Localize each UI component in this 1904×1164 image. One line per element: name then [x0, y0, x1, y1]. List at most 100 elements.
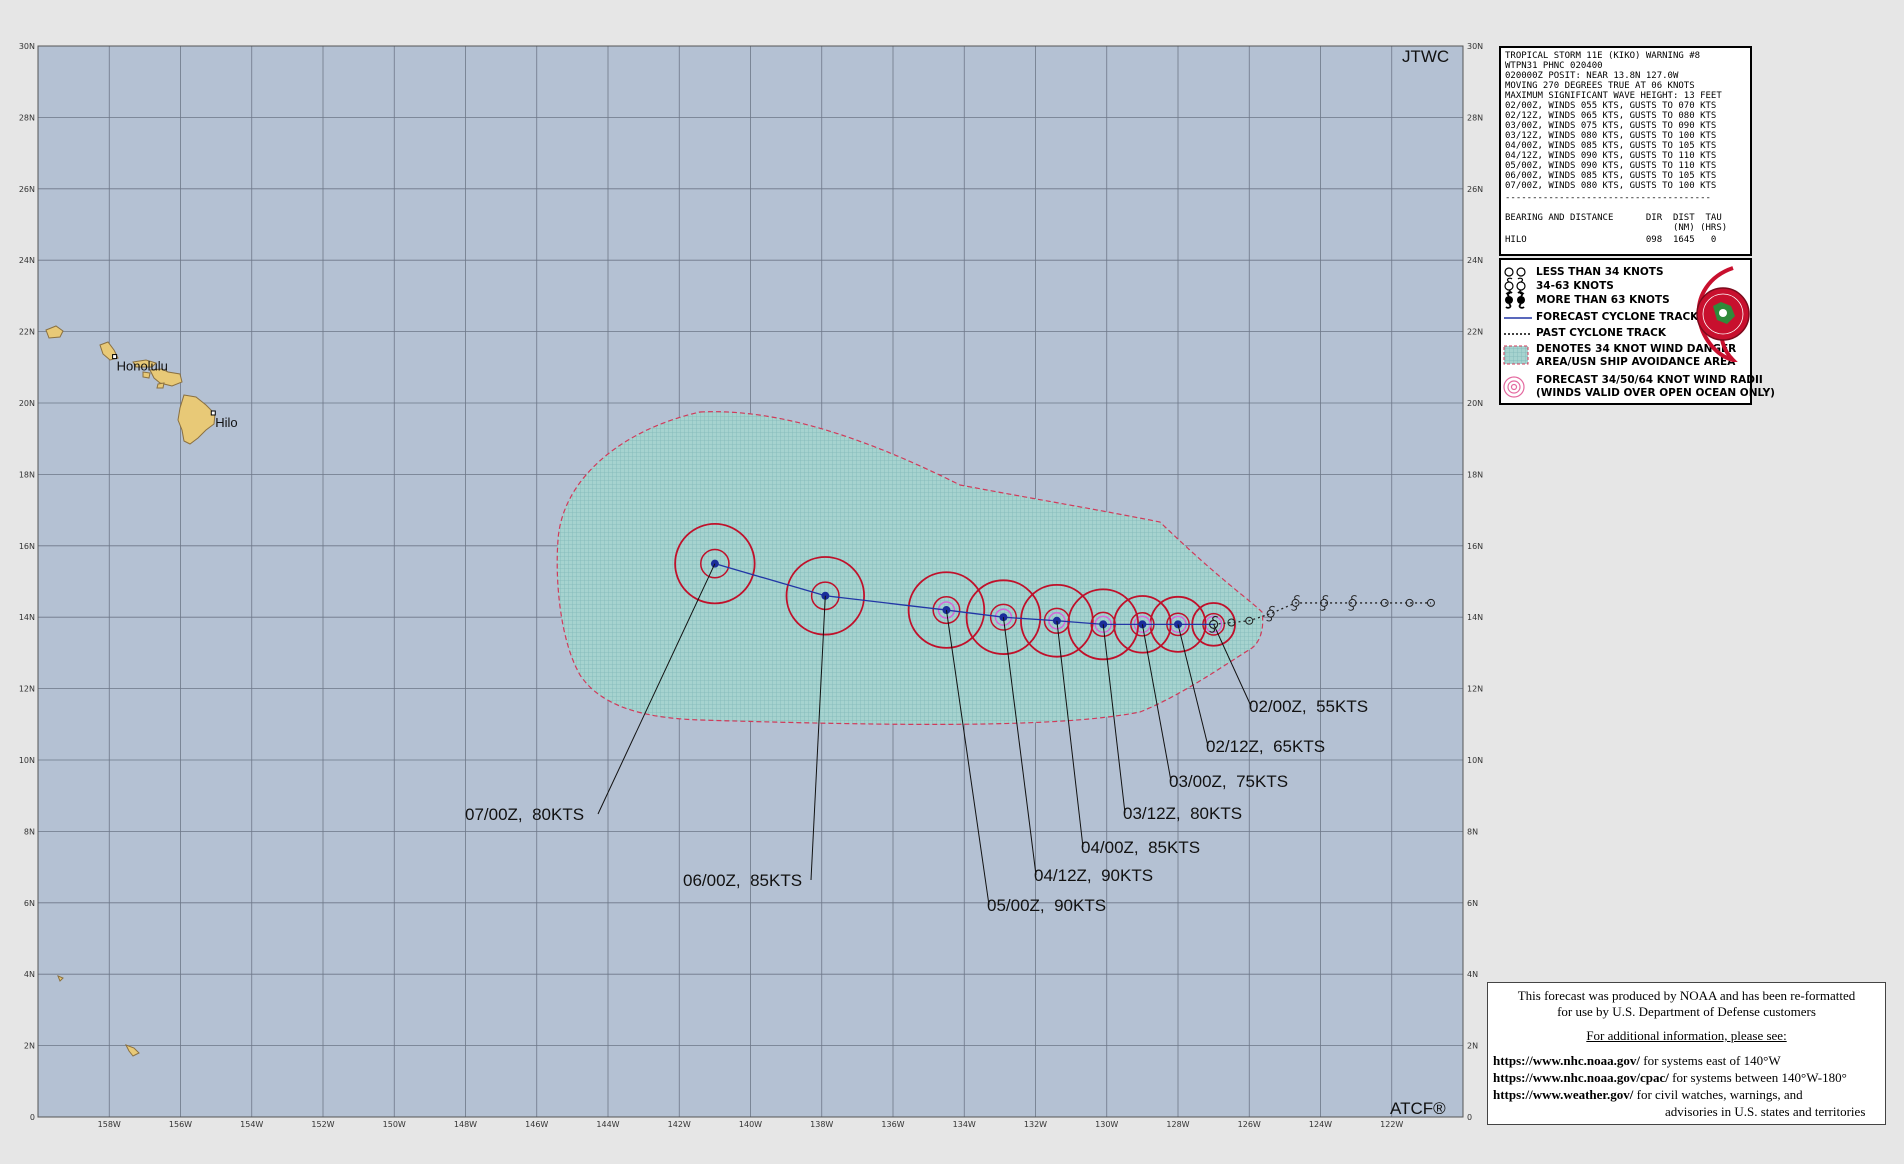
lon-tick-label: 150W: [383, 1120, 406, 1129]
less-than-34-icon: [1504, 267, 1526, 277]
lon-tick-label: 130W: [1095, 1120, 1118, 1129]
lon-tick-label: 158W: [98, 1120, 121, 1129]
lat-tick-label-right: 0: [1467, 1113, 1472, 1122]
warning-line: 06/00Z, WINDS 085 KTS, GUSTS TO 105 KTS: [1505, 171, 1717, 181]
lon-tick-label: 146W: [525, 1120, 548, 1129]
lon-tick-label: 128W: [1166, 1120, 1189, 1129]
info-link-row-2: https://www.nhc.noaa.gov/cpac/ for syste…: [1493, 1070, 1847, 1086]
nhc-link[interactable]: https://www.nhc.noaa.gov/: [1493, 1053, 1640, 1068]
warning-line: 04/00Z, WINDS 085 KTS, GUSTS TO 105 KTS: [1505, 141, 1717, 151]
atcf-label: ATCF®: [1390, 1099, 1446, 1118]
lon-tick-label: 136W: [881, 1120, 904, 1129]
lat-tick-label-left: 4N: [24, 970, 35, 979]
lat-tick-label-left: 18N: [19, 470, 35, 479]
legend-more-than-63: MORE THAN 63 KNOTS: [1536, 294, 1670, 306]
lat-tick-label-right: 12N: [1467, 685, 1483, 694]
forecast-point-label: 03/00Z, 75KTS: [1169, 772, 1288, 791]
lat-tick-label-left: 16N: [19, 542, 35, 551]
navy-seal-logo: [1696, 266, 1750, 362]
forecast-point-label: 02/12Z, 65KTS: [1206, 737, 1325, 756]
lat-tick-label-left: 24N: [19, 256, 35, 265]
warning-line: 04/12Z, WINDS 090 KTS, GUSTS TO 110 KTS: [1505, 151, 1717, 161]
forecast-point-label: 04/12Z, 90KTS: [1034, 866, 1153, 885]
forecast-point-label: 06/00Z, 85KTS: [683, 871, 802, 890]
lon-tick-label: 126W: [1238, 1120, 1261, 1129]
lat-tick-label-left: 6N: [24, 899, 35, 908]
danger-area-icon: [1503, 345, 1529, 365]
warning-line: 02/12Z, WINDS 065 KTS, GUSTS TO 080 KTS: [1505, 111, 1717, 121]
place-label: Honolulu: [117, 359, 168, 374]
info-link-row-3: https://www.weather.gov/ for civil watch…: [1493, 1087, 1803, 1103]
lon-tick-label: 122W: [1380, 1120, 1403, 1129]
legend-box: LESS THAN 34 KNOTS 34-63 KNOTS MORE THAN…: [1499, 258, 1775, 405]
lat-tick-label-left: 0: [30, 1113, 35, 1122]
info-link-row-1: https://www.nhc.noaa.gov/ for systems ea…: [1493, 1053, 1781, 1069]
noaa-info-box: This forecast was produced by NOAA and h…: [1487, 982, 1886, 1125]
warning-line: 02/00Z, WINDS 055 KTS, GUSTS TO 070 KTS: [1505, 101, 1717, 111]
lat-tick-label-left: 22N: [19, 328, 35, 337]
cpac-link-desc: for systems between 140°W-180°: [1668, 1070, 1847, 1085]
lon-tick-label: 144W: [596, 1120, 619, 1129]
lon-tick-label: 132W: [1024, 1120, 1047, 1129]
wind-radii-icon: [1503, 376, 1525, 398]
legend-forecast-track: FORECAST CYCLONE TRACK: [1536, 311, 1699, 323]
weather-gov-link-desc: for civil watches, warnings, and: [1633, 1087, 1803, 1102]
warning-line: 03/00Z, WINDS 075 KTS, GUSTS TO 090 KTS: [1505, 121, 1717, 131]
info-line-3: For additional information, please see:: [1586, 1028, 1787, 1043]
more-than-63-icon: [1505, 291, 1525, 309]
warning-line: 020000Z POSIT: NEAR 13.8N 127.0W: [1505, 71, 1679, 81]
lat-tick-label-right: 14N: [1467, 613, 1483, 622]
weather-gov-link[interactable]: https://www.weather.gov/: [1493, 1087, 1633, 1102]
agency-label: JTWC: [1402, 47, 1449, 66]
lon-tick-label: 134W: [953, 1120, 976, 1129]
lat-tick-label-left: 30N: [19, 42, 35, 51]
legend-less-than-34: LESS THAN 34 KNOTS: [1536, 266, 1664, 278]
lon-tick-label: 142W: [668, 1120, 691, 1129]
lat-tick-label-right: 10N: [1467, 756, 1483, 765]
forecast-point-label: 03/12Z, 80KTS: [1123, 804, 1242, 823]
lat-tick-label-right: 24N: [1467, 256, 1483, 265]
lat-tick-label-right: 30N: [1467, 42, 1483, 51]
lat-tick-label-right: 28N: [1467, 113, 1483, 122]
lat-tick-label-right: 18N: [1467, 470, 1483, 479]
lat-tick-label-right: 2N: [1467, 1042, 1478, 1051]
lat-tick-label-right: 6N: [1467, 899, 1478, 908]
lat-tick-label-left: 12N: [19, 685, 35, 694]
warning-lines: TROPICAL STORM 11E (KIKO) WARNING #8 WTPN…: [1505, 51, 1746, 191]
lat-tick-label-left: 20N: [19, 399, 35, 408]
lat-tick-label-right: 22N: [1467, 328, 1483, 337]
info-line-1: This forecast was produced by NOAA and h…: [1517, 988, 1856, 1003]
lat-tick-label-left: 14N: [19, 613, 35, 622]
lat-tick-label-left: 10N: [19, 756, 35, 765]
lon-tick-label: 148W: [454, 1120, 477, 1129]
legend-34-63: 34-63 KNOTS: [1536, 280, 1614, 292]
warning-line: 03/12Z, WINDS 080 KTS, GUSTS TO 100 KTS: [1505, 131, 1717, 141]
warning-separator: --------------------------------------: [1505, 193, 1711, 203]
lat-tick-label-right: 4N: [1467, 970, 1478, 979]
lat-tick-label-left: 26N: [19, 185, 35, 194]
lat-tick-label-left: 28N: [19, 113, 35, 122]
island-kahoolawe: [156, 382, 165, 389]
forecast-point-label: 05/00Z, 90KTS: [987, 896, 1106, 915]
warning-text-box: TROPICAL STORM 11E (KIKO) WARNING #8 WTPN…: [1499, 46, 1752, 256]
lat-tick-label-right: 8N: [1467, 827, 1478, 836]
lat-tick-label-left: 8N: [24, 827, 35, 836]
nhc-link-desc: for systems east of 140°W: [1640, 1053, 1781, 1068]
cpac-link[interactable]: https://www.nhc.noaa.gov/cpac/: [1493, 1070, 1669, 1085]
bearing-header: BEARING AND DISTANCE DIR DIST TAU: [1505, 213, 1722, 223]
lon-tick-label: 152W: [311, 1120, 334, 1129]
place-label: Hilo: [215, 415, 237, 430]
lat-tick-label-right: 20N: [1467, 399, 1483, 408]
forecast-point-label: 04/00Z, 85KTS: [1081, 838, 1200, 857]
lat-tick-label-right: 26N: [1467, 185, 1483, 194]
lon-tick-label: 140W: [739, 1120, 762, 1129]
warning-line: 07/00Z, WINDS 080 KTS, GUSTS TO 100 KTS: [1505, 181, 1717, 191]
warning-line: MAXIMUM SIGNIFICANT WAVE HEIGHT: 13 FEET: [1505, 91, 1722, 101]
lon-tick-label: 124W: [1309, 1120, 1332, 1129]
lon-tick-label: 154W: [240, 1120, 263, 1129]
legend-past-track: PAST CYCLONE TRACK: [1536, 327, 1666, 339]
lat-tick-label-left: 2N: [24, 1042, 35, 1051]
bearing-units: (NM) (HRS): [1505, 223, 1728, 233]
lon-tick-label: 138W: [810, 1120, 833, 1129]
legend-symbols: [1503, 267, 1532, 398]
